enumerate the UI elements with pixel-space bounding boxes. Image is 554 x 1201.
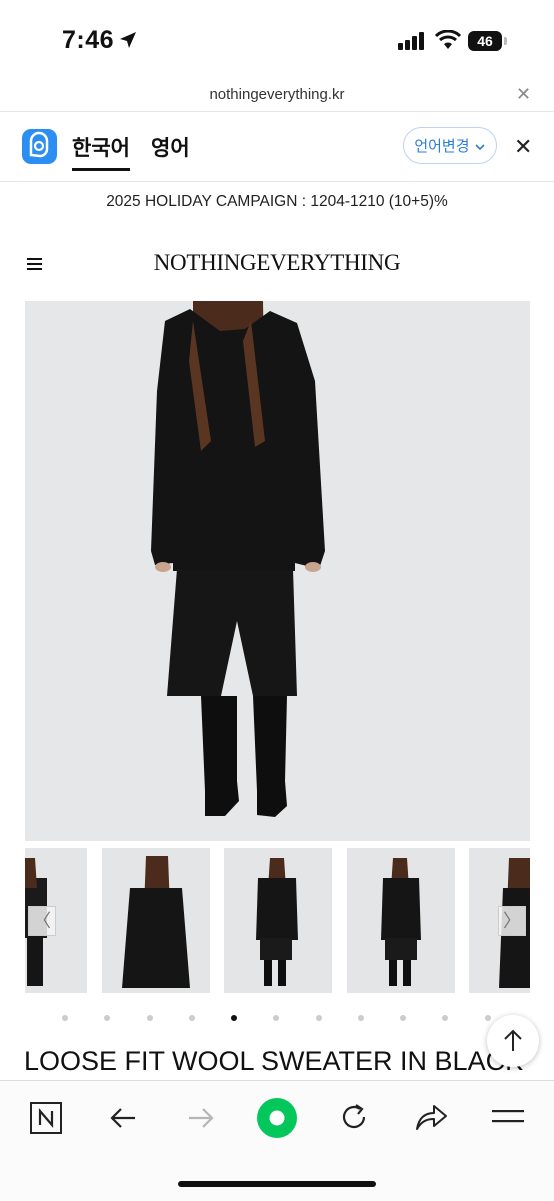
chevron-right-icon: 〉: [503, 911, 521, 931]
carousel-dot[interactable]: [104, 1015, 110, 1021]
change-language-label: 언어변경: [414, 138, 470, 155]
battery-icon: 46: [468, 31, 502, 51]
status-bar: 7:46 46: [0, 0, 554, 78]
translate-bar: 한국어 영어 언어변경 ✕: [0, 112, 554, 182]
url-bar[interactable]: nothingeverything.kr ✕: [0, 78, 554, 112]
thumbnail-2[interactable]: [102, 848, 210, 993]
active-tab-underline: [72, 168, 130, 171]
change-language-button[interactable]: 언어변경: [403, 127, 497, 164]
close-translate-icon[interactable]: ✕: [514, 134, 532, 160]
carousel-dot[interactable]: [147, 1015, 153, 1021]
naver-n-icon[interactable]: [30, 1102, 62, 1134]
back-arrow-icon[interactable]: [108, 1103, 138, 1133]
carousel-dot[interactable]: [62, 1015, 68, 1021]
carousel-dot[interactable]: [358, 1015, 364, 1021]
thumbnail-prev-button[interactable]: 〈: [28, 906, 56, 936]
product-title: LOOSE FIT WOOL SWEATER IN BLACK: [24, 1046, 524, 1076]
menu-icon[interactable]: [492, 1107, 524, 1127]
chevron-left-icon: 〈: [33, 911, 51, 931]
campaign-banner[interactable]: 2025 HOLIDAY CAMPAIGN : 1204-1210 (10+5)…: [0, 193, 554, 211]
home-green-icon[interactable]: [256, 1097, 298, 1139]
signal-icon: [398, 32, 424, 50]
tab-korean[interactable]: 한국어: [72, 132, 130, 162]
scroll-top-button[interactable]: [487, 1015, 539, 1067]
url-text[interactable]: nothingeverything.kr: [0, 86, 554, 103]
arrow-up-icon: [504, 1029, 522, 1051]
carousel-dot[interactable]: [316, 1015, 322, 1021]
location-arrow-icon: [120, 32, 136, 48]
forward-arrow-icon[interactable]: [186, 1103, 216, 1133]
carousel-dot[interactable]: [189, 1015, 195, 1021]
reload-icon[interactable]: [338, 1101, 370, 1133]
brand-logo[interactable]: NOTHINGEVERYTHING: [0, 250, 554, 276]
carousel-dot[interactable]: [400, 1015, 406, 1021]
product-main-image[interactable]: [25, 301, 530, 841]
tab-english[interactable]: 영어: [151, 132, 190, 162]
model-illustration: [151, 301, 325, 817]
chevron-down-icon: [475, 144, 485, 151]
papago-logo: [22, 129, 57, 164]
wifi-icon: [435, 30, 461, 49]
thumbnail-strip: 〈 〉: [0, 848, 554, 993]
thumbnail-3[interactable]: [224, 848, 332, 993]
carousel-dot[interactable]: [273, 1015, 279, 1021]
carousel-dot-active[interactable]: [231, 1015, 237, 1021]
carousel-dots: [0, 1015, 554, 1025]
home-indicator: [178, 1181, 376, 1187]
close-icon[interactable]: ✕: [516, 84, 531, 105]
thumbnail-4[interactable]: [347, 848, 455, 993]
status-time: 7:46: [62, 26, 115, 54]
battery-cap: [504, 37, 507, 45]
thumbnail-next-button[interactable]: 〉: [498, 906, 526, 936]
share-icon[interactable]: [414, 1102, 448, 1132]
carousel-dot[interactable]: [442, 1015, 448, 1021]
